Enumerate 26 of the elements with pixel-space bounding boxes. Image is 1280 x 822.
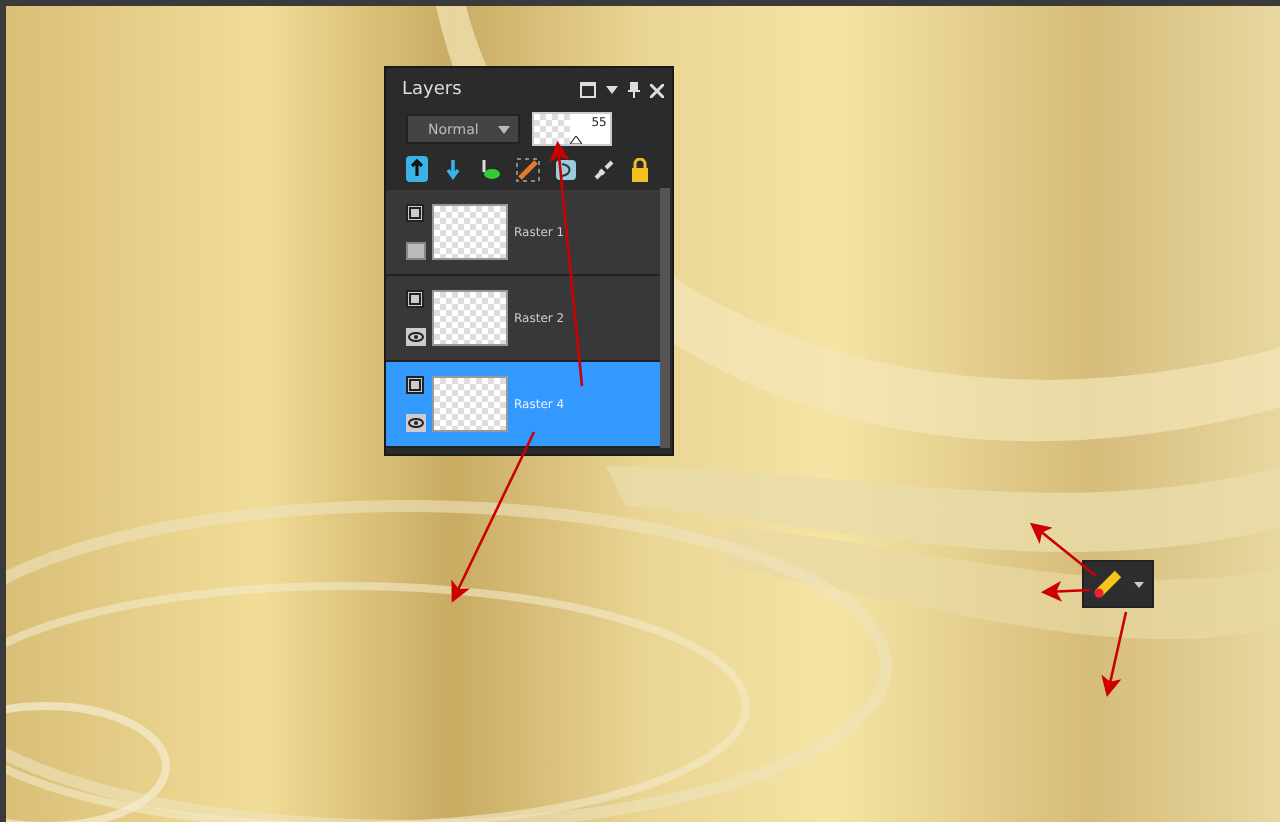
close-icon[interactable] [650, 83, 664, 97]
slider-thumb[interactable] [570, 136, 583, 144]
caret-icon [498, 125, 511, 133]
layer-type-icon [406, 376, 424, 394]
annotation-arrow [1101, 611, 1128, 698]
arrow-down-icon[interactable] [442, 156, 464, 182]
brush-icon[interactable] [516, 157, 540, 181]
annotation-arrow [1029, 522, 1097, 577]
arrow-up-icon[interactable] [406, 156, 428, 182]
panel-title: Layers [402, 80, 462, 100]
hidden-toggle-icon[interactable] [406, 242, 426, 260]
lock-icon[interactable] [630, 157, 650, 181]
layer-thumbnail [432, 204, 508, 260]
layer-type-icon [406, 290, 424, 308]
caret-icon[interactable] [606, 86, 618, 94]
link-icon[interactable] [592, 157, 616, 181]
pencil-icon [1092, 568, 1124, 600]
pin-icon[interactable] [628, 82, 640, 98]
annotation-arrow [1040, 580, 1091, 602]
layer-thumbnail [432, 376, 508, 432]
caret-icon [1134, 581, 1144, 587]
scrollbar[interactable] [660, 188, 670, 448]
layer-thumbnail [432, 290, 508, 346]
layer-type-icon [406, 204, 424, 222]
window-icon[interactable] [580, 82, 596, 98]
pencil-tool-button[interactable] [1082, 560, 1154, 608]
